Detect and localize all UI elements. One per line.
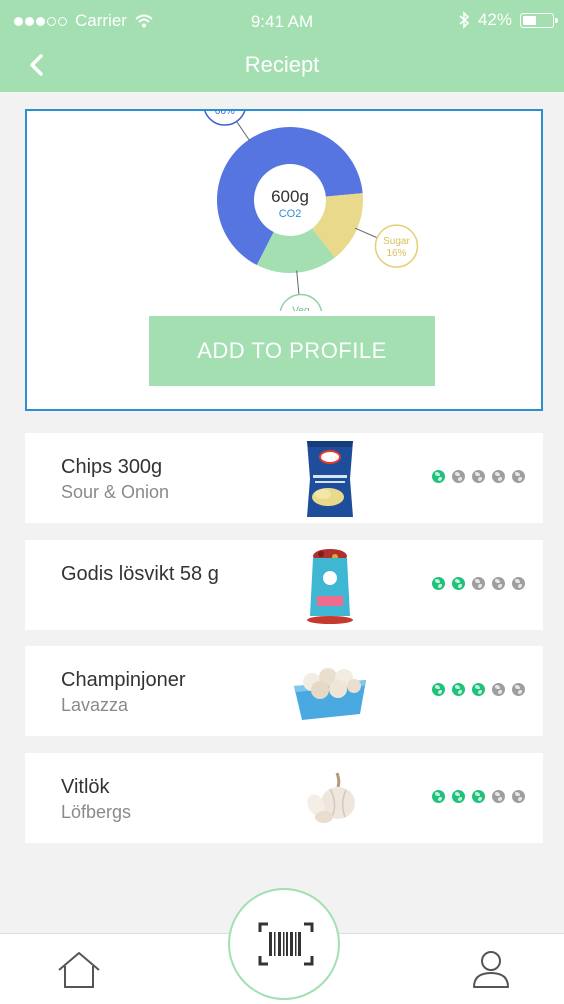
receipt-item[interactable]: Champinjoner Lavazza — [25, 646, 543, 736]
item-subtitle: Sour & Onion — [61, 482, 170, 502]
top-bar: Carrier 9:41 AM 42% Reciept — [0, 0, 564, 92]
bluetooth-icon — [459, 11, 470, 29]
user-icon[interactable] — [470, 948, 512, 990]
globe-icon — [452, 470, 465, 483]
globe-icon — [512, 470, 525, 483]
globe-icon — [492, 683, 505, 696]
donut-total: 600g — [271, 187, 309, 206]
barcode-icon — [258, 922, 314, 966]
slice-label: Veg — [292, 305, 309, 311]
globe-icon — [472, 790, 485, 803]
eco-rating — [432, 577, 525, 590]
globe-icon — [432, 577, 445, 590]
battery-percent: 42% — [477, 10, 512, 29]
receipt-item[interactable]: Vitlök Löfbergs — [25, 753, 543, 843]
globe-icon — [492, 577, 505, 590]
slice-percent: 66% — [215, 111, 235, 117]
globe-icon — [472, 577, 485, 590]
item-subtitle: Lavazza — [61, 695, 129, 715]
item-name: Chips 300g — [61, 456, 163, 478]
globe-icon — [492, 470, 505, 483]
globe-icon — [452, 683, 465, 696]
globe-icon — [432, 470, 445, 483]
globe-icon — [452, 790, 465, 803]
globe-icon — [492, 790, 505, 803]
mushroom-box-image — [294, 668, 366, 720]
globe-icon — [472, 683, 485, 696]
slice-percent: 16% — [386, 248, 406, 259]
receipt-item[interactable]: Godis lösvikt 58 g — [25, 540, 543, 630]
scan-button[interactable] — [228, 888, 340, 1000]
item-name: Vitlök — [61, 776, 110, 798]
add-to-profile-button[interactable]: ADD TO PROFILE — [149, 316, 435, 386]
callout-line-oils — [236, 121, 251, 142]
donut-unit: CO2 — [279, 208, 302, 220]
callout-line-sugar — [354, 227, 378, 239]
globe-icon — [452, 577, 465, 590]
item-name: Godis lösvikt 58 g — [61, 563, 219, 585]
home-icon[interactable] — [56, 950, 102, 990]
globe-icon — [432, 683, 445, 696]
globe-icon — [512, 683, 525, 696]
candy-bag-image — [307, 549, 353, 624]
eco-rating — [432, 683, 525, 696]
globe-icon — [472, 470, 485, 483]
callout-line-veg — [296, 270, 300, 295]
eco-rating — [432, 470, 525, 483]
globe-icon — [512, 577, 525, 590]
globe-icon — [432, 790, 445, 803]
page-title: Reciept — [244, 52, 320, 77]
battery-icon — [520, 12, 558, 28]
globe-icon — [512, 790, 525, 803]
co2-summary-card: 600g CO2 Oils66%Sugar16%Veg18% ADD TO PR… — [25, 109, 543, 411]
co2-donut-chart: 600g CO2 Oils66%Sugar16%Veg18% — [204, 111, 419, 311]
eco-rating — [432, 790, 525, 803]
slice-label: Sugar — [383, 236, 410, 247]
status-bar: Carrier 9:41 AM 42% — [0, 0, 564, 42]
item-subtitle: Löfbergs — [61, 802, 132, 822]
receipt-item[interactable]: Chips 300g Sour & Onion — [25, 433, 543, 523]
item-name: Champinjoner — [61, 669, 186, 691]
garlic-image — [307, 772, 355, 823]
chips-bag-image — [307, 441, 353, 517]
